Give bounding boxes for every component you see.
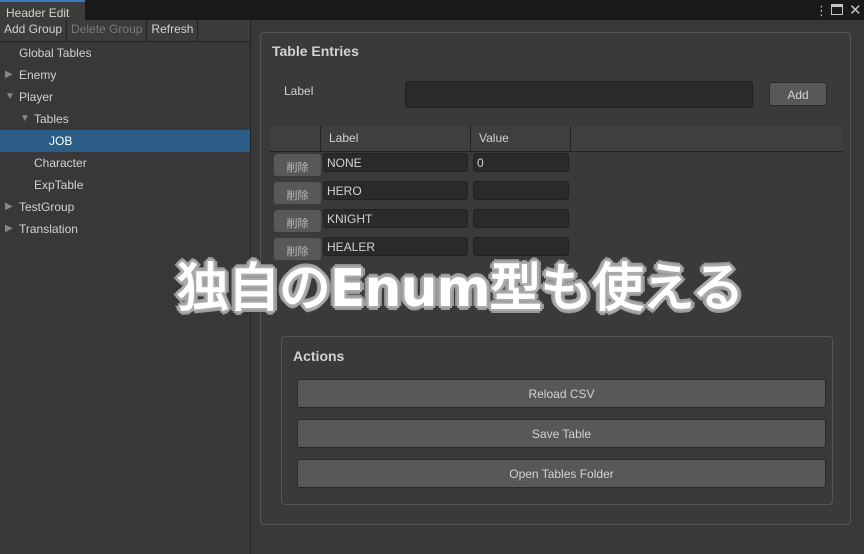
header-value[interactable]: Value [471, 126, 571, 151]
tab-header-edit[interactable]: Header Edit [0, 0, 85, 20]
label-caption: Label [284, 84, 314, 98]
collapse-arrow-icon[interactable]: ▼ [20, 113, 30, 124]
refresh-button[interactable]: Refresh [147, 20, 199, 41]
expand-arrow-icon[interactable]: ▶ [5, 223, 13, 234]
delete-group-button[interactable]: Delete Group [67, 20, 148, 41]
window-tab-bar: Header Edit ⋮ ✕ [0, 0, 864, 20]
add-group-button[interactable]: Add Group [0, 20, 68, 41]
tree-item-global-tables[interactable]: Global Tables [0, 42, 250, 64]
tree-item-label: ExpTable [34, 178, 84, 192]
actions-title: Actions [293, 348, 345, 364]
tree-item-label: TestGroup [19, 200, 75, 214]
label-input[interactable] [405, 81, 753, 108]
delete-row-button[interactable]: 削除 [274, 154, 321, 176]
toolbar: Add Group Delete Group Refresh [0, 20, 250, 42]
expand-arrow-icon[interactable]: ▶ [5, 201, 13, 212]
tree-item-enemy[interactable]: ▶ Enemy [0, 64, 250, 86]
row-value-input[interactable]: 0 [473, 153, 569, 172]
more-options-icon[interactable]: ⋮ [815, 3, 828, 19]
tree-item-player[interactable]: ▼ Player [0, 86, 250, 108]
tree-item-character[interactable]: Character [0, 152, 250, 174]
tree-item-translation[interactable]: ▶ Translation [0, 218, 250, 240]
table-entries-title: Table Entries [272, 43, 359, 59]
tree-item-label: Character [34, 156, 87, 170]
header-label[interactable]: Label [321, 126, 471, 151]
header-delete-column [270, 126, 321, 151]
maximize-icon[interactable] [831, 4, 843, 15]
row-label-input[interactable]: HERO [323, 181, 468, 200]
table-header: Label Value [270, 126, 843, 152]
tree-item-label: Global Tables [19, 46, 92, 60]
row-value-input[interactable] [473, 209, 569, 228]
tree-item-label: Enemy [19, 68, 57, 82]
add-button[interactable]: Add [769, 82, 827, 106]
delete-row-button[interactable]: 削除 [274, 182, 321, 204]
tree-item-tables[interactable]: ▼ Tables [0, 108, 250, 130]
save-table-button[interactable]: Save Table [297, 419, 826, 448]
row-value-input[interactable] [473, 181, 569, 200]
tree-item-job[interactable]: JOB [0, 130, 250, 152]
row-label-input[interactable]: NONE [323, 153, 468, 172]
reload-csv-button[interactable]: Reload CSV [297, 379, 826, 408]
tree-item-exptable[interactable]: ExpTable [0, 174, 250, 196]
tree-item-testgroup[interactable]: ▶ TestGroup [0, 196, 250, 218]
row-label-input[interactable]: KNIGHT [323, 209, 468, 228]
caption-overlay: 独自のEnum型も使える [175, 258, 745, 321]
tree-item-label: JOB [49, 134, 73, 148]
expand-arrow-icon[interactable]: ▶ [5, 69, 13, 80]
close-icon[interactable]: ✕ [849, 1, 862, 19]
tree-item-label: Tables [34, 112, 69, 126]
open-tables-folder-button[interactable]: Open Tables Folder [297, 459, 826, 488]
collapse-arrow-icon[interactable]: ▼ [5, 91, 15, 102]
delete-row-button[interactable]: 削除 [274, 210, 321, 232]
tree-item-label: Player [19, 90, 54, 104]
tree-item-label: Translation [19, 222, 78, 236]
